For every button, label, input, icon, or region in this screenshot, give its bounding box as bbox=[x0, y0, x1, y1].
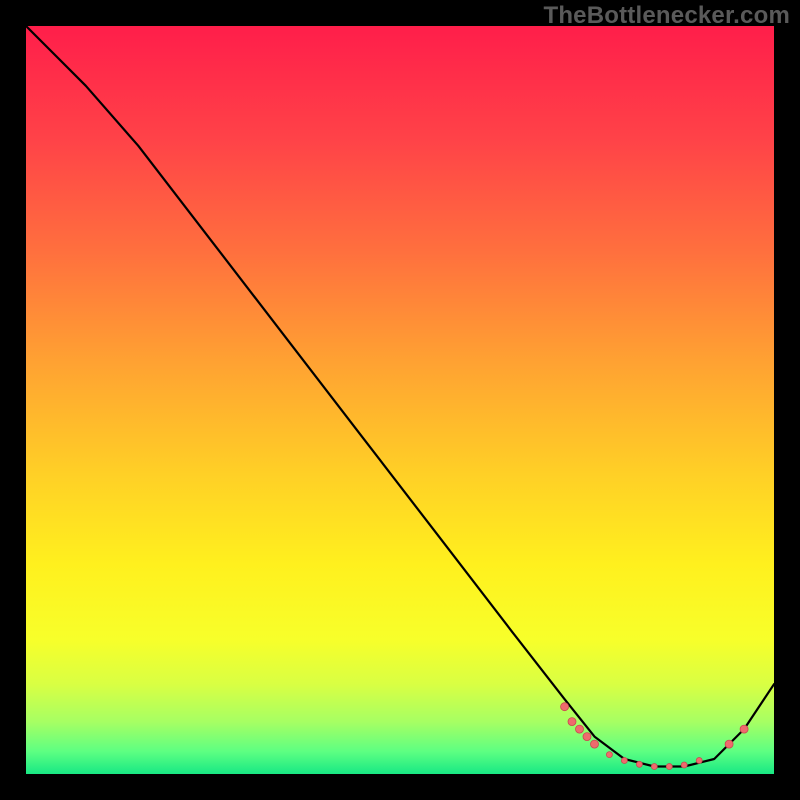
curve-marker bbox=[576, 725, 584, 733]
curve-marker bbox=[621, 758, 627, 764]
curve-marker bbox=[681, 762, 687, 768]
curve-marker bbox=[591, 740, 599, 748]
curve-marker bbox=[651, 764, 657, 770]
curve-marker bbox=[636, 761, 642, 767]
curve-marker bbox=[696, 758, 702, 764]
curve-marker bbox=[740, 725, 748, 733]
curve-marker bbox=[725, 740, 733, 748]
plot-area bbox=[26, 26, 774, 774]
curve-marker bbox=[606, 752, 612, 758]
gradient-background bbox=[26, 26, 774, 774]
curve-marker bbox=[561, 703, 569, 711]
curve-marker bbox=[583, 733, 591, 741]
chart-frame: TheBottlenecker.com bbox=[0, 0, 800, 800]
chart-svg bbox=[26, 26, 774, 774]
curve-marker bbox=[666, 764, 672, 770]
curve-marker bbox=[568, 718, 576, 726]
watermark-text: TheBottlenecker.com bbox=[543, 2, 790, 30]
